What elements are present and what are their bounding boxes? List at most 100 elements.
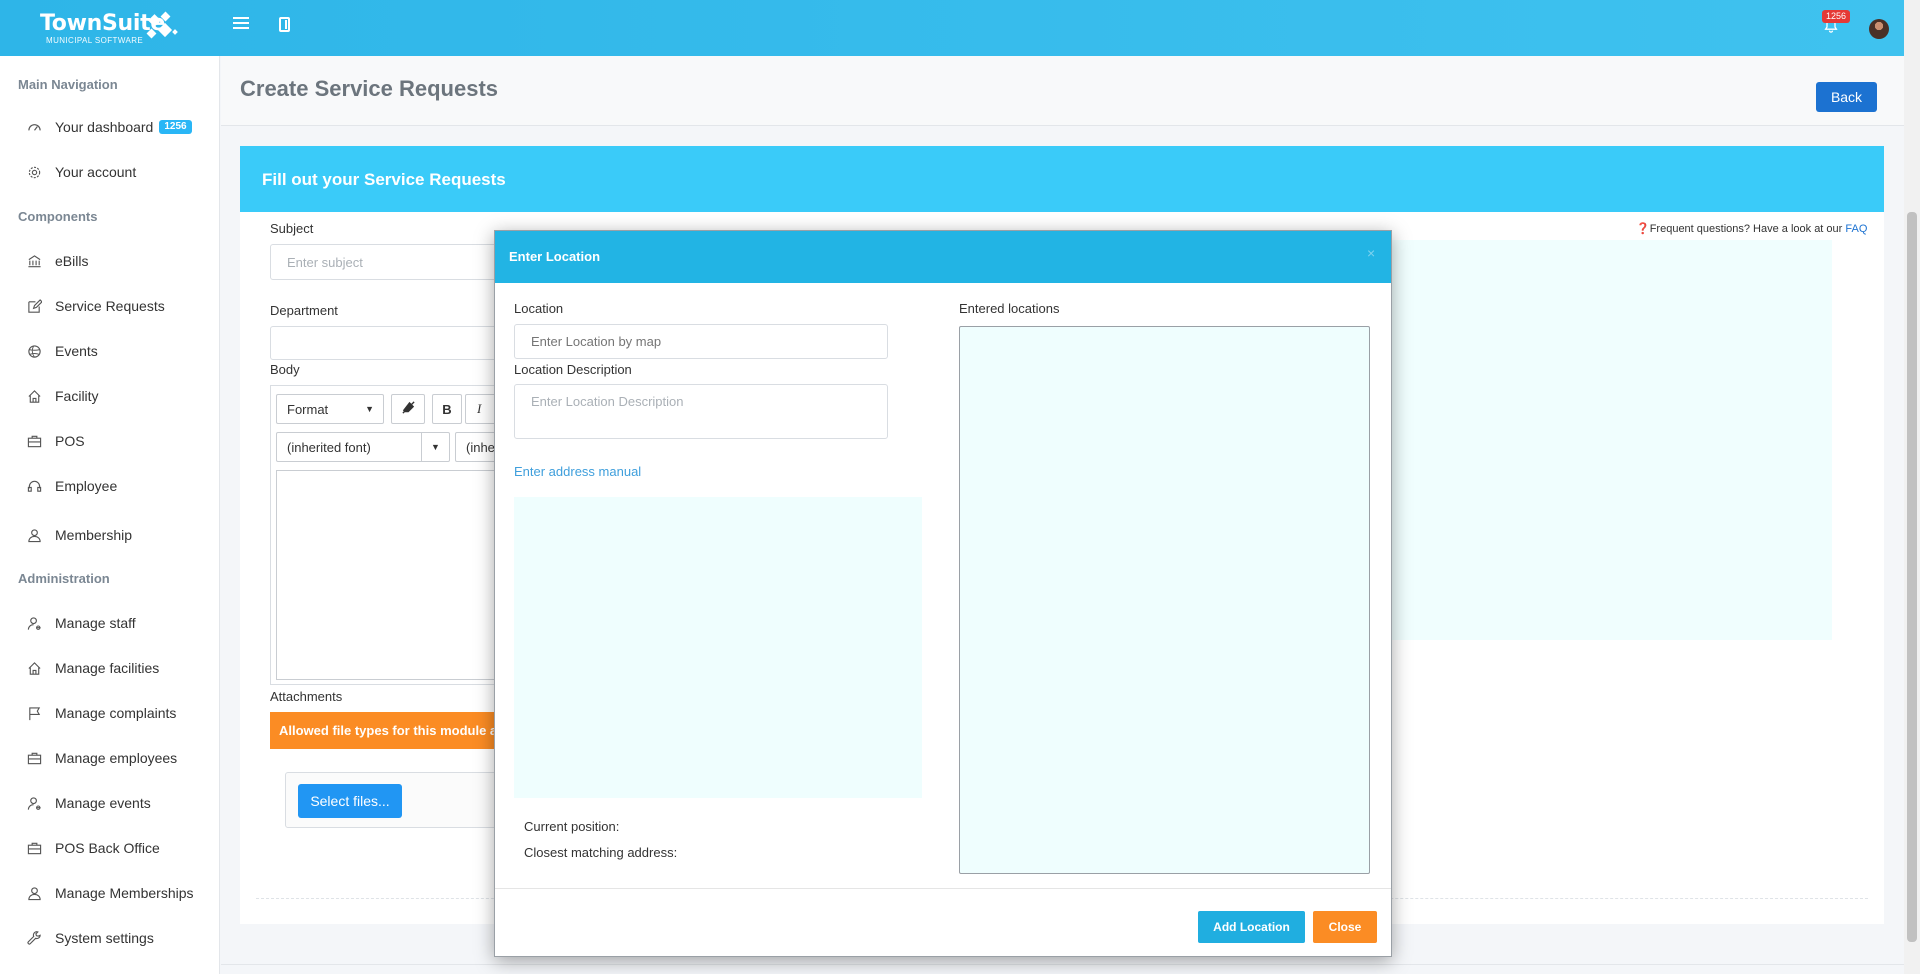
- font-family-dropdown[interactable]: (inherited font) ▼: [276, 432, 450, 462]
- sidebar-item-service-requests[interactable]: Service Requests: [26, 294, 165, 318]
- chevron-down-icon: ▼: [421, 432, 449, 462]
- sidebar-item-system-settings[interactable]: System settings: [26, 926, 154, 950]
- sidebar-item-facility[interactable]: Facility: [26, 384, 99, 408]
- dashboard-count-badge: 1256: [159, 120, 192, 134]
- faq-text: Frequent questions? Have a look at our: [1649, 223, 1846, 235]
- sidebar-item-label: Manage Memberships: [55, 885, 194, 901]
- sidebar: Main Navigation Your dashboard 1256 Your…: [0, 56, 220, 974]
- question-circle-icon: ❓: [1636, 223, 1650, 235]
- upload-area: Select files...: [285, 772, 510, 828]
- sidebar-item-manage-complaints[interactable]: Manage complaints: [26, 701, 176, 725]
- dashboard-icon: [26, 119, 42, 135]
- sidebar-item-manage-events[interactable]: Manage events: [26, 791, 151, 815]
- faq-note: ❓Frequent questions? Have a look at our …: [1636, 222, 1867, 235]
- select-files-button[interactable]: Select files...: [298, 784, 402, 818]
- briefcase-icon: [26, 840, 42, 856]
- add-location-button[interactable]: Add Location: [1198, 911, 1305, 943]
- scrollbar-thumb[interactable]: [1907, 212, 1917, 942]
- faq-link[interactable]: FAQ: [1845, 223, 1867, 235]
- back-button[interactable]: Back: [1816, 82, 1877, 112]
- card-header: Fill out your Service Requests: [240, 146, 1884, 212]
- location-description-label: Location Description: [514, 362, 632, 377]
- globe-icon: [26, 343, 42, 359]
- sidebar-item-label: POS: [55, 433, 85, 449]
- modal-footer-divider: [495, 888, 1391, 889]
- location-label: Location: [514, 301, 564, 316]
- sidebar-item-manage-staff[interactable]: Manage staff: [26, 611, 136, 635]
- sidebar-item-label: Employee: [55, 478, 118, 494]
- entered-locations-list[interactable]: [959, 326, 1370, 874]
- sidebar-item-label: System settings: [55, 930, 154, 946]
- font-family-value: (inherited font): [287, 439, 371, 455]
- footer-divider: [221, 964, 1904, 965]
- body-editor[interactable]: [276, 470, 506, 680]
- sidebar-item-label: Manage employees: [55, 750, 178, 766]
- notification-count-badge[interactable]: 1256: [1822, 10, 1851, 23]
- current-position-label: Current position:: [524, 819, 620, 834]
- chevron-down-icon: ▼: [365, 404, 374, 414]
- gear-icon: [26, 164, 42, 180]
- card-title: Fill out your Service Requests: [262, 170, 506, 189]
- subject-label: Subject: [270, 221, 314, 236]
- department-label: Department: [270, 303, 338, 318]
- sidebar-item-dashboard[interactable]: Your dashboard 1256: [26, 115, 192, 139]
- sidebar-item-membership[interactable]: Membership: [26, 523, 132, 547]
- font-size-value: (inhe: [466, 439, 495, 455]
- modal-header: Enter Location ×: [495, 231, 1391, 283]
- entered-locations-label: Entered locations: [959, 301, 1060, 316]
- sidebar-item-label: Manage events: [55, 795, 151, 811]
- section-components: Components: [18, 209, 98, 224]
- sidebar-item-label: Manage facilities: [55, 660, 160, 676]
- section-administration: Administration: [18, 571, 110, 586]
- modal-title: Enter Location: [509, 249, 601, 264]
- location-map[interactable]: [514, 497, 922, 798]
- eraser-icon: [401, 400, 416, 418]
- sidebar-toggle-icon[interactable]: [279, 17, 290, 32]
- bold-button[interactable]: B: [432, 394, 462, 424]
- edit-icon: [26, 298, 42, 314]
- page-header: Create Service Requests Back: [221, 56, 1904, 126]
- user-gear-icon: [26, 615, 42, 631]
- bank-icon: [26, 253, 42, 269]
- sidebar-item-label: POS Back Office: [55, 840, 160, 856]
- sidebar-item-manage-memberships[interactable]: Manage Memberships: [26, 881, 194, 905]
- sidebar-item-events[interactable]: Events: [26, 339, 98, 363]
- sidebar-item-label: Membership: [55, 527, 133, 543]
- flag-icon: [26, 705, 42, 721]
- sidebar-item-label: Manage staff: [55, 615, 136, 631]
- user-icon: [26, 885, 42, 901]
- department-select[interactable]: [270, 326, 510, 360]
- close-button[interactable]: Close: [1313, 911, 1377, 943]
- sidebar-item-manage-facilities[interactable]: Manage facilities: [26, 656, 159, 680]
- location-description-input[interactable]: Enter Location Description: [514, 384, 888, 439]
- sidebar-item-label: Your dashboard: [55, 119, 154, 135]
- subject-input[interactable]: Enter subject: [270, 244, 510, 280]
- sidebar-item-pos-back-office[interactable]: POS Back Office: [26, 836, 160, 860]
- body-label: Body: [270, 362, 300, 377]
- home-icon: [26, 660, 42, 676]
- top-bar: TownSuite MUNICIPAL SOFTWARE 1256: [0, 0, 1904, 56]
- sidebar-item-label: eBills: [55, 253, 89, 269]
- sidebar-item-account[interactable]: Your account: [26, 160, 136, 184]
- sidebar-item-pos[interactable]: POS: [26, 429, 85, 453]
- location-input[interactable]: [514, 324, 888, 359]
- remove-format-button[interactable]: [391, 394, 425, 424]
- sidebar-item-label: Your account: [55, 164, 137, 180]
- sidebar-item-employee[interactable]: Employee: [26, 474, 117, 498]
- section-main-navigation: Main Navigation: [18, 77, 118, 92]
- attachments-label: Attachments: [270, 689, 343, 704]
- home-icon: [26, 388, 42, 404]
- page-scrollbar[interactable]: [1904, 0, 1920, 974]
- format-dropdown[interactable]: Format ▼: [276, 394, 384, 424]
- briefcase-icon: [26, 433, 42, 449]
- close-icon[interactable]: ×: [1367, 245, 1375, 261]
- enter-address-manual-link[interactable]: Enter address manual: [514, 464, 641, 479]
- enter-location-modal: Enter Location × Location Location Descr…: [494, 230, 1392, 957]
- sidebar-item-label: Manage complaints: [55, 705, 177, 721]
- sidebar-item-manage-employees[interactable]: Manage employees: [26, 746, 177, 770]
- allowed-file-types-alert: Allowed file types for this module ar: [270, 712, 510, 749]
- sidebar-item-ebills[interactable]: eBills: [26, 249, 88, 273]
- format-label: Format: [287, 401, 329, 417]
- hamburger-menu-icon[interactable]: [233, 17, 249, 31]
- user-avatar[interactable]: [1869, 19, 1889, 39]
